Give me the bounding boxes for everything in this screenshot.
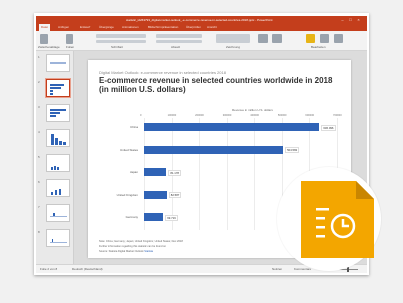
source-text: Source: Statista Digital Market Outlook: [99, 250, 144, 253]
x-gridline: [199, 118, 201, 230]
ribbon-group-label: Zwischenablage: [38, 45, 60, 49]
ribbon: Zwischenablage Folien Schriftart Absatz …: [36, 31, 367, 51]
ribbon-group-label: Zeichnung: [226, 45, 241, 49]
data-label: 81.178: [168, 169, 181, 176]
tab-animations[interactable]: Animationen: [122, 24, 139, 31]
x-axis-title: Revenue in million U.S. dollars: [232, 108, 273, 112]
category-label: China: [130, 125, 138, 129]
thumbnail-image: [46, 179, 70, 197]
font-style-buttons[interactable]: [96, 40, 146, 43]
font-family-field[interactable]: [96, 34, 146, 38]
source-link[interactable]: Statista: [144, 250, 153, 253]
quick-styles-icon[interactable]: [272, 34, 282, 43]
slide-number: 2: [38, 80, 40, 84]
slide-thumbnail[interactable]: 5: [36, 154, 73, 178]
tab-slideshow[interactable]: Bildschirmpräsentation: [148, 24, 178, 31]
minimize-icon[interactable]: –: [339, 16, 346, 24]
slide-thumbnail[interactable]: 8: [36, 229, 73, 253]
x-tick-label: 700000: [333, 114, 342, 117]
title-bar: statistic_id263793_digital-market-outloo…: [36, 16, 367, 24]
data-label: 636.096: [321, 124, 336, 131]
bar[interactable]: [144, 190, 167, 199]
x-tick-label: 400000: [250, 114, 259, 117]
alignment-buttons[interactable]: [156, 40, 202, 43]
bar[interactable]: [144, 145, 284, 154]
find-icon[interactable]: [306, 34, 315, 43]
slide-thumbnail[interactable]: 4: [36, 129, 73, 153]
data-label: 504.582: [285, 147, 300, 153]
comments-button[interactable]: Kommentare: [294, 267, 311, 271]
select-icon[interactable]: [334, 34, 343, 43]
slide-thumbnail[interactable]: 7: [36, 204, 73, 228]
x-gridline: [226, 118, 228, 230]
slide-number: 3: [38, 105, 40, 109]
x-tick-label: 0: [140, 114, 142, 117]
slide-number: 7: [38, 205, 40, 209]
paragraph-buttons[interactable]: [156, 34, 202, 38]
thumbnail-image: [46, 54, 70, 72]
thumbnail-image: [46, 204, 70, 222]
further-info: Further information regarding this stati…: [99, 245, 167, 248]
report-document-icon: [301, 181, 374, 258]
thumbnail-image: [46, 129, 70, 147]
x-tick-label: 600000: [305, 114, 315, 117]
slide-number: 5: [38, 155, 40, 159]
x-tick-label: 100000: [167, 114, 177, 117]
source-line: Source: Statista Digital Market Outlook …: [99, 250, 153, 253]
replace-icon[interactable]: [320, 34, 329, 43]
new-slide-icon[interactable]: [66, 34, 73, 44]
bar[interactable]: [144, 168, 167, 176]
paste-icon[interactable]: [40, 34, 48, 44]
x-tick-label: 300000: [222, 114, 232, 117]
close-icon[interactable]: ×: [355, 16, 362, 24]
ribbon-group-label: Absatz: [171, 45, 181, 49]
data-label: 69.716: [165, 214, 178, 221]
category-label: United Kingdom: [116, 192, 138, 197]
maximize-icon[interactable]: □: [347, 16, 354, 24]
arrange-icon[interactable]: [258, 34, 268, 43]
x-tick-label: 500000: [277, 114, 287, 117]
language-indicator[interactable]: Deutsch (Deutschland): [72, 267, 103, 271]
bar[interactable]: [144, 123, 320, 131]
slide-number: 4: [38, 130, 40, 134]
slide-thumbnail-selected[interactable]: 2: [36, 79, 73, 103]
category-label: Japan: [129, 170, 138, 174]
tab-transitions[interactable]: Übergänge: [99, 24, 114, 31]
tab-view[interactable]: Ansicht: [207, 24, 217, 31]
slide-number: 1: [38, 55, 40, 59]
tab-insert[interactable]: Anfügen: [58, 24, 69, 31]
thumbnail-image: [46, 229, 70, 247]
slide-thumbnail[interactable]: 6: [36, 179, 73, 203]
slide-counter: Folie 2 von 8: [40, 267, 58, 271]
thumbnail-image: [46, 154, 70, 172]
ribbon-group-label: Schriftart: [111, 45, 124, 49]
ribbon-group-label: Bearbeiten: [311, 45, 326, 49]
category-label: United States: [119, 147, 138, 152]
x-tick-label: 200000: [195, 114, 204, 117]
x-gridline: [254, 118, 256, 230]
tab-review[interactable]: Überprüfen: [186, 24, 201, 31]
bar[interactable]: [144, 213, 164, 221]
slide-thumbnail[interactable]: 3: [36, 104, 73, 128]
slide-number: 8: [38, 230, 40, 234]
ribbon-tabs: Datei Anfügen Entwurf Übergänge Animatio…: [36, 24, 367, 31]
ribbon-group-label: Folien: [66, 45, 75, 49]
thumbnail-image: [46, 79, 70, 97]
category-label: Germany: [125, 215, 138, 219]
notes-button[interactable]: Notizen: [272, 267, 282, 271]
zoom-slider-handle[interactable]: [347, 267, 349, 272]
slide-supertitle: Digital Market Outlook: e-commerce reven…: [99, 70, 226, 75]
slide-thumbnail[interactable]: 1: [36, 54, 73, 78]
chart-note: Note: China; Germany; Japan; United King…: [99, 240, 183, 243]
slide-title: E-commerce revenue in selected countries…: [99, 76, 333, 94]
thumbnail-image: [46, 104, 70, 122]
shapes-gallery[interactable]: [216, 34, 250, 43]
window-title: statistic_id263793_digital-market-outloo…: [126, 18, 273, 22]
slide-number: 6: [38, 180, 40, 184]
slide-thumbnail-pane: 1 2 3 4 5 6 7 8: [36, 51, 74, 264]
data-label: 82.587: [168, 192, 182, 198]
tab-file[interactable]: Datei: [39, 24, 51, 31]
tab-design[interactable]: Entwurf: [80, 24, 90, 31]
